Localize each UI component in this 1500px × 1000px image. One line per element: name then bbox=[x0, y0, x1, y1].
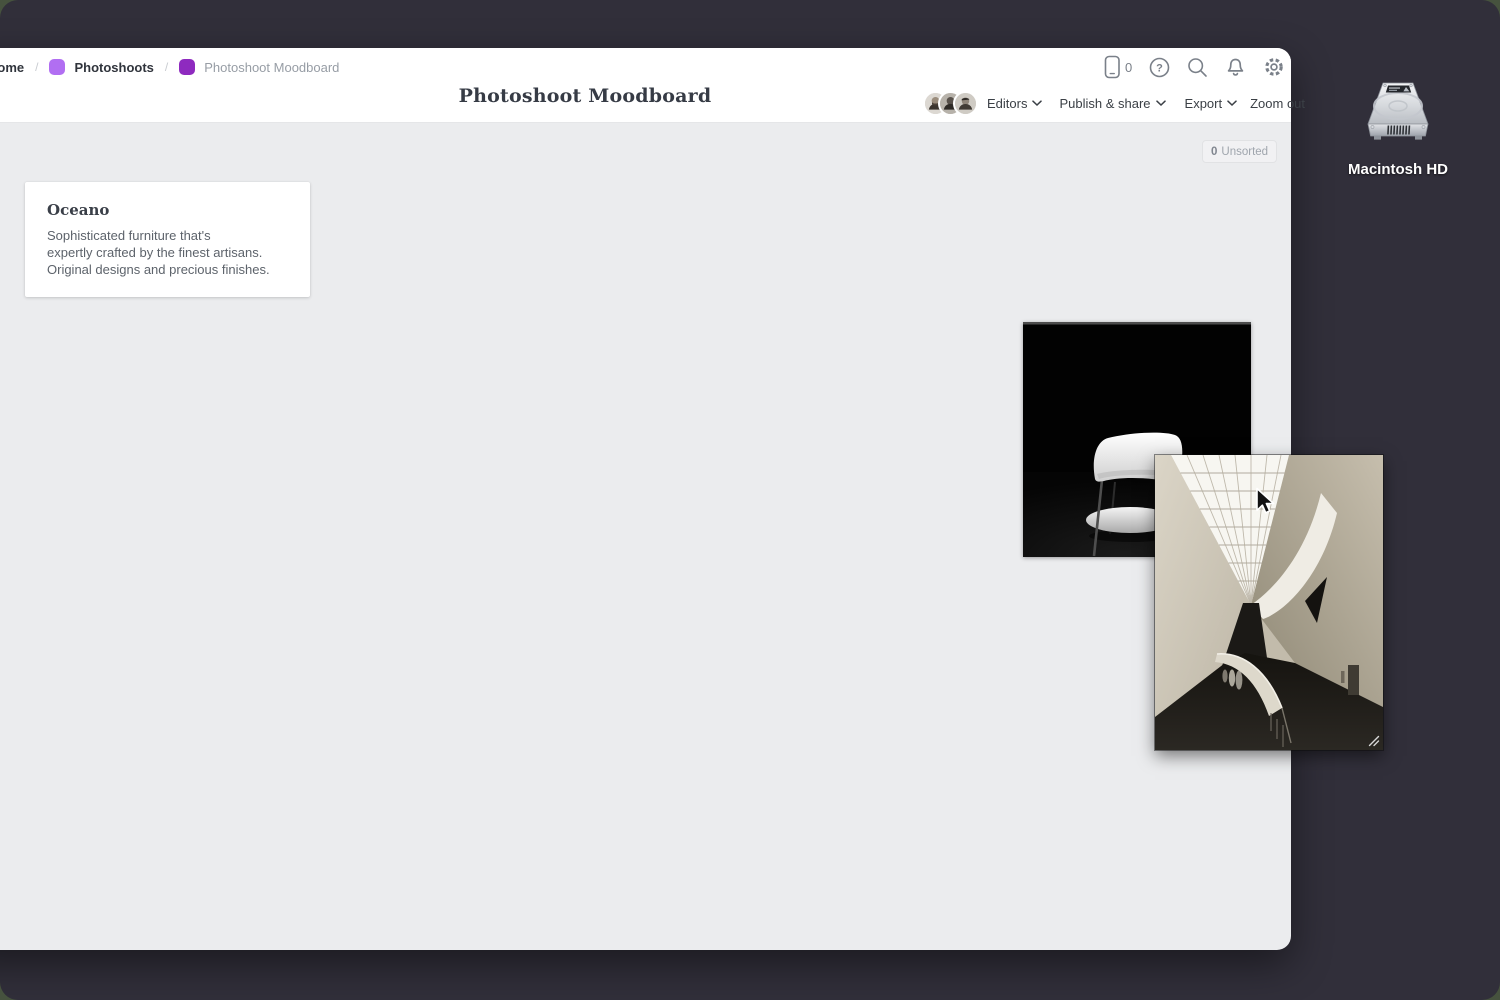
search-icon[interactable] bbox=[1187, 57, 1208, 78]
drive-label: Macintosh HD bbox=[1346, 161, 1450, 178]
chevron-down-icon bbox=[1227, 100, 1237, 107]
breadcrumb-item-photoshoots[interactable]: Photoshoots bbox=[49, 59, 153, 75]
note-line: Sophisticated furniture that's bbox=[47, 228, 288, 245]
unsorted-label: Unsorted bbox=[1221, 146, 1268, 158]
breadcrumb-photoshoots-label: Photoshoots bbox=[74, 60, 153, 75]
device-count: 0 bbox=[1125, 60, 1132, 75]
gallery-corridor-photo[interactable] bbox=[1155, 455, 1383, 750]
macintosh-hd-drive[interactable]: Macintosh HD bbox=[1346, 80, 1450, 178]
settings-gear-icon[interactable] bbox=[1263, 56, 1285, 78]
editors-label: Editors bbox=[987, 96, 1027, 111]
export-label: Export bbox=[1185, 96, 1223, 111]
breadcrumb-current-label: Photoshoot Moodboard bbox=[204, 60, 339, 75]
breadcrumb-item-home[interactable]: Home bbox=[0, 60, 24, 75]
board-icon bbox=[179, 59, 195, 75]
hard-drive-icon bbox=[1357, 80, 1439, 144]
editor-avatars[interactable] bbox=[923, 91, 978, 116]
note-card-title: Oceano bbox=[47, 201, 288, 219]
note-line: expertly crafted by the finest artisans. bbox=[47, 245, 288, 262]
toolbar: Editors Publish & share Export Zoom out bbox=[923, 91, 1305, 115]
unsorted-count: 0 bbox=[1211, 146, 1217, 158]
mobile-device-icon[interactable] bbox=[1104, 55, 1121, 79]
breadcrumb: Home / Photoshoots / Photoshoot Moodboar… bbox=[0, 57, 339, 77]
page-title: Photoshoot Moodboard bbox=[400, 85, 770, 107]
publish-share-label: Publish & share bbox=[1059, 96, 1150, 111]
editors-menu[interactable]: Editors bbox=[987, 96, 1042, 111]
avatar bbox=[953, 91, 978, 116]
breadcrumb-separator: / bbox=[165, 60, 168, 74]
breadcrumb-home-label: Home bbox=[0, 60, 24, 75]
zoom-out-button[interactable]: Zoom out bbox=[1250, 96, 1305, 111]
desktop: Home / Photoshoots / Photoshoot Moodboar… bbox=[0, 0, 1500, 1000]
note-card-body: Sophisticated furniture that's expertly … bbox=[47, 228, 288, 278]
svg-text:?: ? bbox=[1156, 62, 1163, 74]
header-icon-row: 0 ? bbox=[1104, 55, 1285, 79]
notifications-bell-icon[interactable] bbox=[1225, 57, 1246, 78]
note-line: Original designs and precious finishes. bbox=[47, 262, 288, 279]
chevron-down-icon bbox=[1032, 100, 1042, 107]
resize-handle-icon[interactable] bbox=[1367, 734, 1380, 747]
export-menu[interactable]: Export bbox=[1185, 96, 1238, 111]
breadcrumb-separator: / bbox=[35, 60, 38, 74]
help-icon[interactable]: ? bbox=[1149, 57, 1170, 78]
unsorted-badge[interactable]: 0 Unsorted bbox=[1202, 140, 1277, 163]
chevron-down-icon bbox=[1156, 100, 1166, 107]
board-icon bbox=[49, 59, 65, 75]
zoom-out-label: Zoom out bbox=[1250, 96, 1305, 111]
publish-share-menu[interactable]: Publish & share bbox=[1059, 96, 1165, 111]
breadcrumb-item-current-board[interactable]: Photoshoot Moodboard bbox=[179, 59, 339, 75]
note-card-oceano[interactable]: Oceano Sophisticated furniture that's ex… bbox=[25, 182, 310, 297]
